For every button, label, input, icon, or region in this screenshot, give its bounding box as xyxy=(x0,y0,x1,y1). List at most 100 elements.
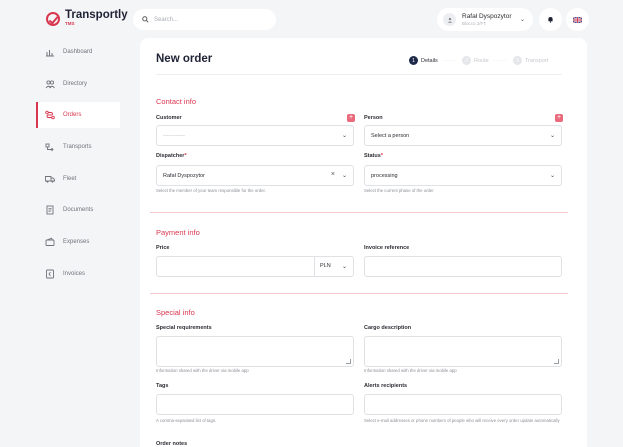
tags-input[interactable] xyxy=(156,394,354,415)
sidebar-item-dashboard[interactable]: Dashboard xyxy=(36,39,120,65)
person-label: Person xyxy=(364,115,383,121)
step-label: Details xyxy=(421,57,438,64)
avatar xyxy=(443,13,456,26)
sidebar-item-transports[interactable]: Transports xyxy=(36,134,120,160)
transport-icon xyxy=(45,142,55,152)
section-divider xyxy=(150,293,568,294)
sidebar-item-documents[interactable]: Documents xyxy=(36,197,120,223)
invoice-reference-label: Invoice reference xyxy=(364,245,410,251)
invoice-reference-input[interactable] xyxy=(364,256,562,277)
document-icon xyxy=(45,205,55,215)
chevron-down-icon: ⌄ xyxy=(341,173,347,179)
sidebar: Dashboard Directory Orders Transports Fl… xyxy=(36,39,120,293)
order-form-card: New order 1 Details ····· 2 Route ····· … xyxy=(140,38,587,447)
user-name: Rafał Dyspozytor xyxy=(462,12,512,20)
status-label: Status* xyxy=(364,153,383,159)
step-label: Transport xyxy=(524,57,549,64)
step-number: 2 xyxy=(461,56,471,65)
search-bar[interactable]: Search... xyxy=(133,9,276,30)
sidebar-item-label: Expenses xyxy=(63,239,90,246)
contact-section-title: Contact info xyxy=(156,97,197,106)
cargo-description-label: Cargo description xyxy=(364,325,412,331)
chevron-down-icon: ⌄ xyxy=(341,133,347,139)
search-icon xyxy=(142,16,149,23)
step-separator: ····· xyxy=(493,57,508,64)
page-title: New order xyxy=(156,53,213,65)
sidebar-item-label: Transports xyxy=(63,144,92,151)
price-input[interactable] xyxy=(157,257,313,276)
language-button[interactable] xyxy=(566,8,589,31)
chart-icon xyxy=(45,47,55,57)
special-requirements-hint: Information shared with the driver via m… xyxy=(156,368,249,373)
customer-select[interactable]: ------------ ⌄ xyxy=(156,125,354,146)
step-label: Route xyxy=(473,57,489,64)
invoice-icon xyxy=(45,269,55,279)
alerts-recipients-label: Alerts recipients xyxy=(364,383,408,389)
customer-value: ------------ xyxy=(163,132,185,139)
clear-icon[interactable]: × xyxy=(331,171,335,178)
notifications-button[interactable] xyxy=(539,8,562,31)
add-customer-button[interactable]: + xyxy=(347,114,355,122)
truck-icon xyxy=(45,174,55,184)
currency-value: PLN xyxy=(320,263,331,269)
chevron-down-icon: ⌄ xyxy=(519,17,525,23)
cargo-description-textarea[interactable] xyxy=(364,336,562,367)
dispatcher-hint: Select the member of your team responsib… xyxy=(156,188,266,193)
sidebar-item-orders[interactable]: Orders xyxy=(36,102,120,129)
status-select[interactable]: processing ⌄ xyxy=(364,165,562,186)
tags-label: Tags xyxy=(156,383,169,389)
user-menu[interactable]: Rafał Dyspozytor Blocco 2/FT ⌄ xyxy=(437,8,533,31)
logo-icon xyxy=(46,11,60,26)
resize-handle-icon[interactable] xyxy=(346,359,351,364)
step-route[interactable]: 2 Route xyxy=(461,56,489,65)
sidebar-item-label: Directory xyxy=(63,80,88,87)
currency-select[interactable]: PLN xyxy=(320,263,331,269)
uk-flag-icon xyxy=(573,16,582,23)
wallet-icon xyxy=(45,237,55,247)
sidebar-item-label: Dashboard xyxy=(63,49,93,55)
dispatcher-value: Rafał Dyspozytor xyxy=(163,172,205,179)
chevron-down-icon: ⌄ xyxy=(549,133,555,139)
sidebar-item-label: Documents xyxy=(63,207,94,214)
person-value: Select a person xyxy=(371,132,410,139)
resize-handle-icon[interactable] xyxy=(554,359,559,364)
chevron-down-icon: ⌄ xyxy=(341,264,347,270)
step-number: 1 xyxy=(409,56,418,65)
chevron-down-icon: ⌄ xyxy=(549,173,555,179)
stepper: 1 Details ····· 2 Route ····· 3 Transpor… xyxy=(409,56,548,65)
brand-name: Transportly xyxy=(65,9,128,21)
payment-section-title: Payment info xyxy=(156,228,200,237)
customer-label: Customer xyxy=(156,115,182,121)
route-icon xyxy=(45,110,55,120)
step-transport[interactable]: 3 Transport xyxy=(512,56,549,65)
currency-divider xyxy=(314,257,315,276)
app-logo[interactable]: Transportly TMS xyxy=(46,9,128,27)
sidebar-item-label: Fleet xyxy=(63,175,77,182)
step-number: 3 xyxy=(512,56,522,65)
special-requirements-textarea[interactable] xyxy=(156,336,354,367)
sidebar-item-directory[interactable]: Directory xyxy=(36,71,120,97)
person-select[interactable]: Select a person ⌄ xyxy=(364,125,562,146)
title-divider xyxy=(156,74,562,75)
price-label: Price xyxy=(156,245,170,251)
dispatcher-select[interactable]: Rafał Dyspozytor × ⌄ xyxy=(156,165,354,186)
step-separator: ····· xyxy=(442,57,457,64)
sidebar-item-label: Orders xyxy=(63,112,82,119)
special-section-title: Special info xyxy=(156,308,195,317)
search-input[interactable]: Search... xyxy=(154,17,178,23)
add-person-button[interactable]: + xyxy=(555,114,563,122)
people-icon xyxy=(45,79,55,89)
alerts-recipients-input[interactable] xyxy=(364,394,562,415)
cargo-description-hint: Information shared with the driver via m… xyxy=(364,368,457,373)
price-field: PLN ⌄ xyxy=(156,256,354,277)
step-details[interactable]: 1 Details xyxy=(409,56,438,65)
sidebar-item-invoices[interactable]: Invoices xyxy=(36,261,120,287)
sidebar-item-fleet[interactable]: Fleet xyxy=(36,166,120,192)
tags-hint: A comma-separated list of tags. xyxy=(156,418,217,423)
alerts-recipients-hint: Select e-mail addresses or phone numbers… xyxy=(364,418,560,423)
sidebar-item-expenses[interactable]: Expenses xyxy=(36,229,120,255)
order-notes-label: Order notes xyxy=(156,441,188,447)
dispatcher-label: Dispatcher* xyxy=(156,153,187,159)
bell-icon xyxy=(548,17,553,23)
sidebar-item-label: Invoices xyxy=(63,270,86,277)
